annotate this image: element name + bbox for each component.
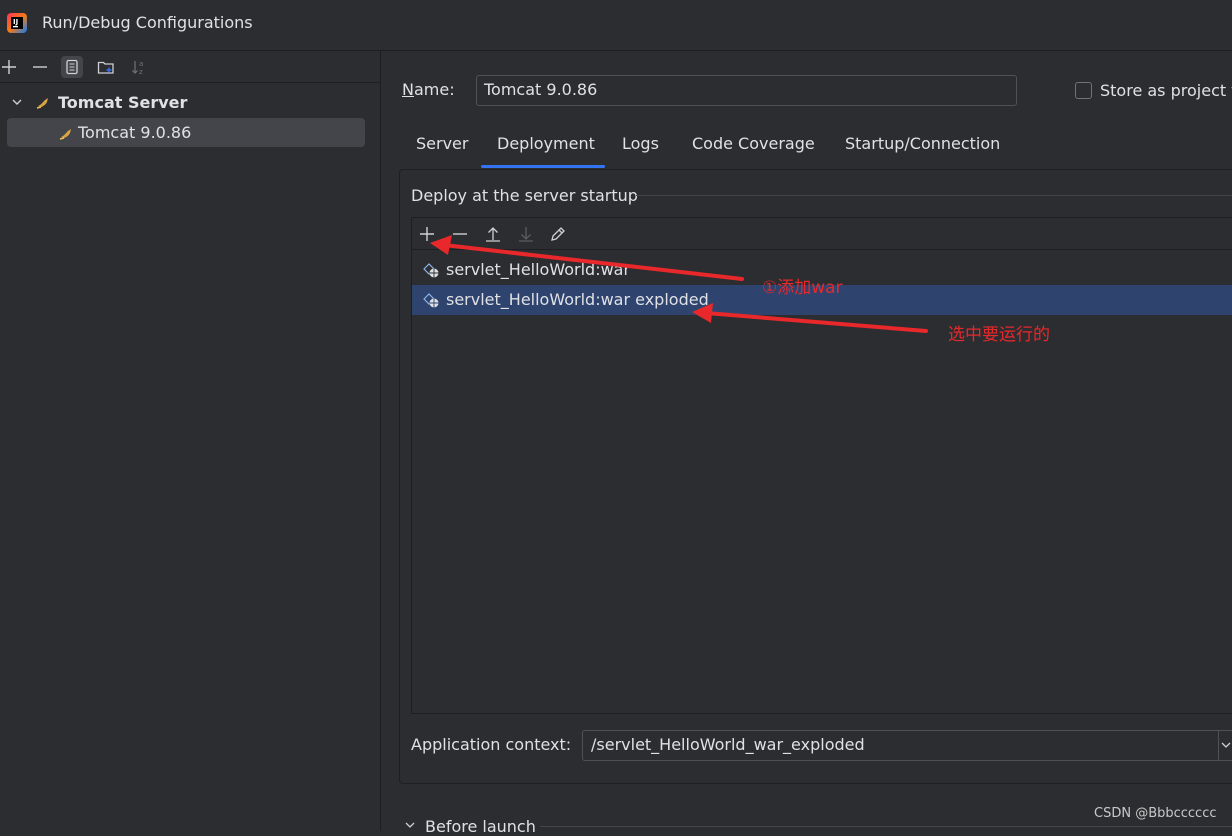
copy-icon[interactable] <box>61 56 83 78</box>
application-context-input[interactable]: /servlet_HelloWorld_war_exploded <box>582 730 1220 761</box>
intellij-idea-icon: IJ <box>6 12 28 34</box>
store-as-project-file-checkbox[interactable] <box>1075 82 1092 99</box>
tree-toolbar: az <box>0 51 380 83</box>
svg-text:a: a <box>139 60 143 68</box>
tab-startup-connection[interactable]: Startup/Connection <box>845 134 1000 153</box>
sort-icon[interactable]: az <box>128 56 150 78</box>
active-tab-indicator <box>481 165 605 168</box>
edit-icon[interactable] <box>548 224 568 244</box>
tree-item-label: Tomcat 9.0.86 <box>78 123 192 142</box>
name-input[interactable]: Tomcat 9.0.86 <box>476 75 1017 106</box>
artifact-icon <box>423 263 439 278</box>
watermark: CSDN @Bbbcccccc <box>1094 806 1217 821</box>
svg-text:z: z <box>139 68 143 76</box>
svg-text:IJ: IJ <box>13 18 18 26</box>
move-up-icon[interactable] <box>483 224 503 244</box>
tab-logs[interactable]: Logs <box>622 134 659 153</box>
tab-server[interactable]: Server <box>416 134 468 153</box>
store-as-project-file-label: Store as project f <box>1100 81 1232 100</box>
move-down-icon[interactable] <box>516 224 536 244</box>
chevron-down-icon[interactable] <box>403 821 417 831</box>
remove-icon[interactable] <box>450 224 470 244</box>
application-context-label: Application context: <box>411 735 572 754</box>
window-title: Run/Debug Configurations <box>42 13 253 32</box>
chevron-down-icon[interactable] <box>10 95 24 109</box>
tree-group-label: Tomcat Server <box>58 93 188 112</box>
artifact-icon <box>423 293 439 308</box>
tab-code-coverage[interactable]: Code Coverage <box>692 134 815 153</box>
application-context-dropdown[interactable] <box>1218 730 1232 761</box>
list-item-label: servlet_HelloWorld:war <box>446 260 631 279</box>
divider <box>636 195 1232 196</box>
configuration-tree-pane <box>0 51 381 831</box>
tomcat-icon <box>59 129 71 140</box>
tree-group-tomcat-server[interactable]: Tomcat Server <box>0 89 380 117</box>
divider <box>540 826 1232 827</box>
add-icon[interactable] <box>0 56 20 78</box>
annotation-select-to-run: 选中要运行的 <box>948 325 1050 345</box>
chevron-down-icon <box>1221 742 1231 748</box>
tab-deployment[interactable]: Deployment <box>497 134 595 153</box>
new-folder-icon[interactable] <box>95 56 117 78</box>
annotation-add-war: ①添加war <box>762 278 843 298</box>
name-label: Name: <box>402 80 455 99</box>
before-launch-label[interactable]: Before launch <box>425 817 536 836</box>
add-icon[interactable] <box>417 224 437 244</box>
tree-item-tomcat-9-0-86[interactable]: Tomcat 9.0.86 <box>0 119 380 147</box>
remove-icon[interactable] <box>29 56 51 78</box>
tomcat-icon <box>36 98 48 109</box>
deploy-group-title: Deploy at the server startup <box>411 186 638 205</box>
list-item-label: servlet_HelloWorld:war exploded <box>446 290 709 309</box>
